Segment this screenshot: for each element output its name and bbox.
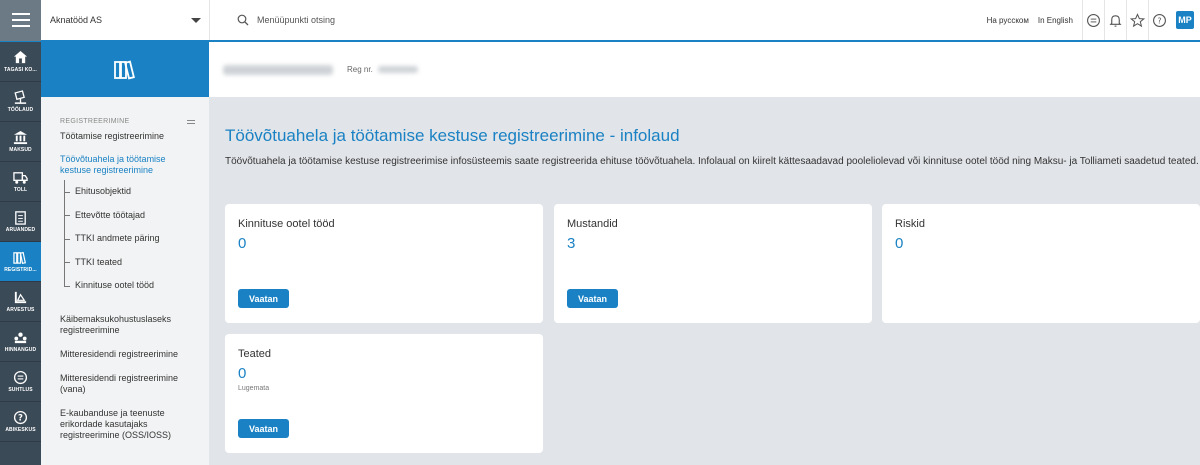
rail-item-accounting[interactable]: ARVESTUS	[0, 282, 41, 322]
company-name-redacted	[223, 64, 333, 75]
rail-item-help-center[interactable]: ? ABIKESKUS	[0, 402, 41, 442]
bank-icon	[13, 130, 28, 145]
nav-item-nonresident-registration-old[interactable]: Mitteresidendi registreerimine (vana)	[41, 373, 209, 395]
subnav-list: Ehitusobjektid Ettevõtte töötajad TTKI a…	[41, 180, 209, 298]
subnav-item-ttki-query[interactable]: TTKI andmete päring	[41, 227, 209, 251]
nav-item-nonresident-registration[interactable]: Mitteresidendi registreerimine	[41, 349, 209, 360]
section-header	[41, 42, 209, 97]
card-subtitle: Lugemata	[238, 385, 270, 392]
nav-item-work-registration[interactable]: Töötamise registreerimine	[41, 131, 209, 142]
card-notices: Teated 0 Lugemata Vaatan	[225, 334, 543, 453]
view-button[interactable]: Vaatan	[238, 419, 289, 438]
registry-icon	[13, 251, 27, 265]
rail-item-reports[interactable]: ARUANDED	[0, 202, 41, 242]
company-info-strip: Reg nr.	[209, 42, 1200, 97]
reg-number-redacted	[377, 66, 418, 73]
card-drafts: Mustandid 3 Vaatan	[554, 204, 872, 323]
rail-item-back[interactable]: TAGASI KO...	[0, 42, 41, 82]
card-title: Mustandid	[567, 218, 618, 230]
card-count: 3	[567, 235, 576, 252]
subnav-item-company-employees[interactable]: Ettevõtte töötajad	[41, 203, 209, 228]
card-count: 0	[895, 235, 904, 252]
main-content: Reg nr. Töövõtuahela ja töötamise kestus…	[209, 42, 1200, 465]
rail-item-customs[interactable]: TOLL	[0, 162, 41, 202]
card-title: Kinnituse ootel tööd	[238, 218, 335, 230]
search-icon	[237, 14, 249, 26]
rail-item-ratings[interactable]: HINNANGUD	[0, 322, 41, 362]
subnav-item-ttki-notices[interactable]: TTKI teated	[41, 250, 209, 275]
card-title: Teated	[238, 348, 272, 360]
svg-text:?: ?	[18, 413, 23, 423]
chat-icon[interactable]	[1082, 0, 1104, 40]
card-pending-work: Kinnituse ootel tööd 0 Vaatan	[225, 204, 543, 323]
icon-rail: TAGASI KO... TÖÖLAUD MAKSUD TOLL ARUANDE…	[0, 42, 41, 465]
top-bar: Aknatööd AS Menüüpunkti otsing На русско…	[0, 0, 1200, 42]
svg-text:?: ?	[1158, 16, 1162, 25]
chevron-down-icon	[191, 17, 201, 23]
page-title: Töövõtuahela ja töötamise kestuse regist…	[225, 126, 680, 145]
nav-section-title: REGISTREERIMINE	[41, 97, 209, 125]
home-icon	[13, 50, 28, 64]
language-english-link[interactable]: In English	[1038, 16, 1073, 25]
accounting-icon	[14, 291, 27, 304]
subnav-item-pending-work[interactable]: Kinnituse ootel tööd	[41, 274, 209, 298]
desk-icon	[14, 90, 27, 104]
truck-icon	[13, 172, 28, 184]
card-count: 0	[238, 365, 247, 382]
nav-item-oss-ioss-registration[interactable]: E-kaubanduse ja teenuste erikordade kasu…	[41, 408, 209, 441]
search-input[interactable]: Menüüpunkti otsing	[257, 15, 335, 25]
company-name: Aknatööd AS	[50, 15, 103, 25]
view-button[interactable]: Vaatan	[567, 289, 618, 308]
help-icon[interactable]: ?	[1148, 0, 1170, 40]
avatar[interactable]: MP	[1176, 11, 1194, 29]
view-button[interactable]: Vaatan	[238, 289, 289, 308]
card-count: 0	[238, 235, 247, 252]
report-icon	[15, 211, 26, 225]
star-icon[interactable]	[1126, 0, 1148, 40]
rail-item-desk[interactable]: TÖÖLAUD	[0, 82, 41, 122]
rail-item-registries[interactable]: REGISTRID...	[0, 242, 41, 282]
card-risks: Riskid 0	[882, 204, 1200, 323]
rail-item-communication[interactable]: SUHTLUS	[0, 362, 41, 402]
menu-search[interactable]: Menüüpunkti otsing	[210, 14, 987, 26]
menu-icon[interactable]	[0, 0, 41, 41]
company-selector[interactable]: Aknatööd AS	[41, 0, 210, 40]
page-description: Töövõtuahela ja töötamise kestuse regist…	[225, 156, 1199, 167]
reg-number-label: Reg nr.	[347, 65, 373, 74]
bell-icon[interactable]	[1104, 0, 1126, 40]
communication-icon	[13, 370, 28, 385]
rating-icon	[14, 332, 27, 344]
language-russian-link[interactable]: На русском	[987, 16, 1029, 25]
card-title: Riskid	[895, 218, 925, 230]
section-nav: REGISTREERIMINE Töötamise registreerimin…	[41, 42, 209, 465]
nav-item-contract-chain[interactable]: Töövõtuahela ja töötamise kestuse regist…	[41, 154, 209, 176]
collapse-icon[interactable]	[187, 119, 195, 124]
subnav-item-construction-objects[interactable]: Ehitusobjektid	[41, 180, 209, 204]
registry-icon	[114, 60, 135, 79]
rail-item-taxes[interactable]: MAKSUD	[0, 122, 41, 162]
help-center-icon: ?	[13, 410, 28, 425]
nav-item-vat-registration[interactable]: Käibemaksukohustuslaseks registreerimine	[41, 314, 209, 336]
